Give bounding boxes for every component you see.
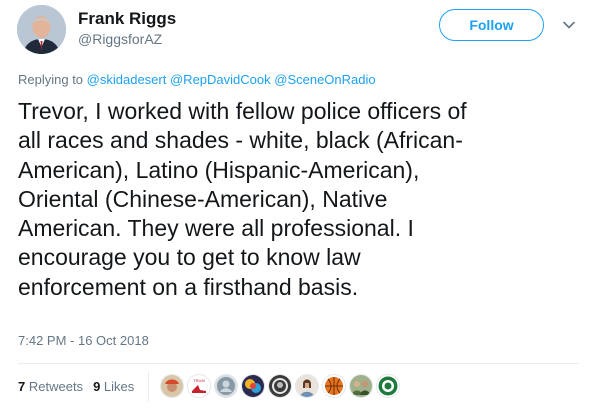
chevron-down-icon[interactable] bbox=[562, 18, 576, 32]
liker-avatar[interactable] bbox=[160, 374, 184, 398]
liker-avatar[interactable] bbox=[322, 374, 346, 398]
retweets-stat[interactable]: 7 Retweets bbox=[18, 379, 83, 394]
svg-text:TRUM: TRUM bbox=[193, 378, 205, 383]
likes-stat[interactable]: 9 Likes bbox=[93, 379, 134, 394]
liker-avatar[interactable] bbox=[214, 374, 238, 398]
liker-avatar[interactable]: TRUM bbox=[187, 374, 211, 398]
likes-label: Likes bbox=[103, 379, 135, 394]
mention-link[interactable]: @RepDavidCook bbox=[170, 72, 271, 87]
liker-avatar[interactable] bbox=[349, 374, 373, 398]
author-handle[interactable]: @RiggsforAZ bbox=[78, 31, 162, 47]
engagement-stats: 7 Retweets 9 Likes bbox=[18, 379, 134, 394]
tweet-text: Trevor, I worked with fellow police offi… bbox=[18, 98, 467, 300]
retweets-count: 7 bbox=[18, 379, 26, 394]
likes-count: 9 bbox=[93, 379, 101, 394]
author-name[interactable]: Frank Riggs bbox=[78, 9, 176, 29]
replying-to-line: Replying to @skidadesert @RepDavidCook @… bbox=[18, 72, 376, 87]
retweets-label: Retweets bbox=[28, 379, 84, 394]
replying-to-label: Replying to bbox=[18, 72, 84, 87]
stats-separator bbox=[148, 372, 149, 402]
mention-link[interactable]: @skidadesert bbox=[87, 72, 167, 87]
liker-avatar[interactable] bbox=[241, 374, 265, 398]
liker-avatar[interactable] bbox=[295, 374, 319, 398]
divider bbox=[18, 363, 579, 364]
tweet-timestamp[interactable]: 7:42 PM - 16 Oct 2018 bbox=[18, 333, 149, 348]
mention-link[interactable]: @SceneOnRadio bbox=[274, 72, 375, 87]
liker-avatar[interactable] bbox=[376, 374, 400, 398]
follow-button[interactable]: Follow bbox=[439, 9, 544, 41]
author-avatar[interactable] bbox=[17, 5, 66, 54]
liker-avatar[interactable] bbox=[268, 374, 292, 398]
liker-avatars: TRUM bbox=[160, 374, 403, 398]
